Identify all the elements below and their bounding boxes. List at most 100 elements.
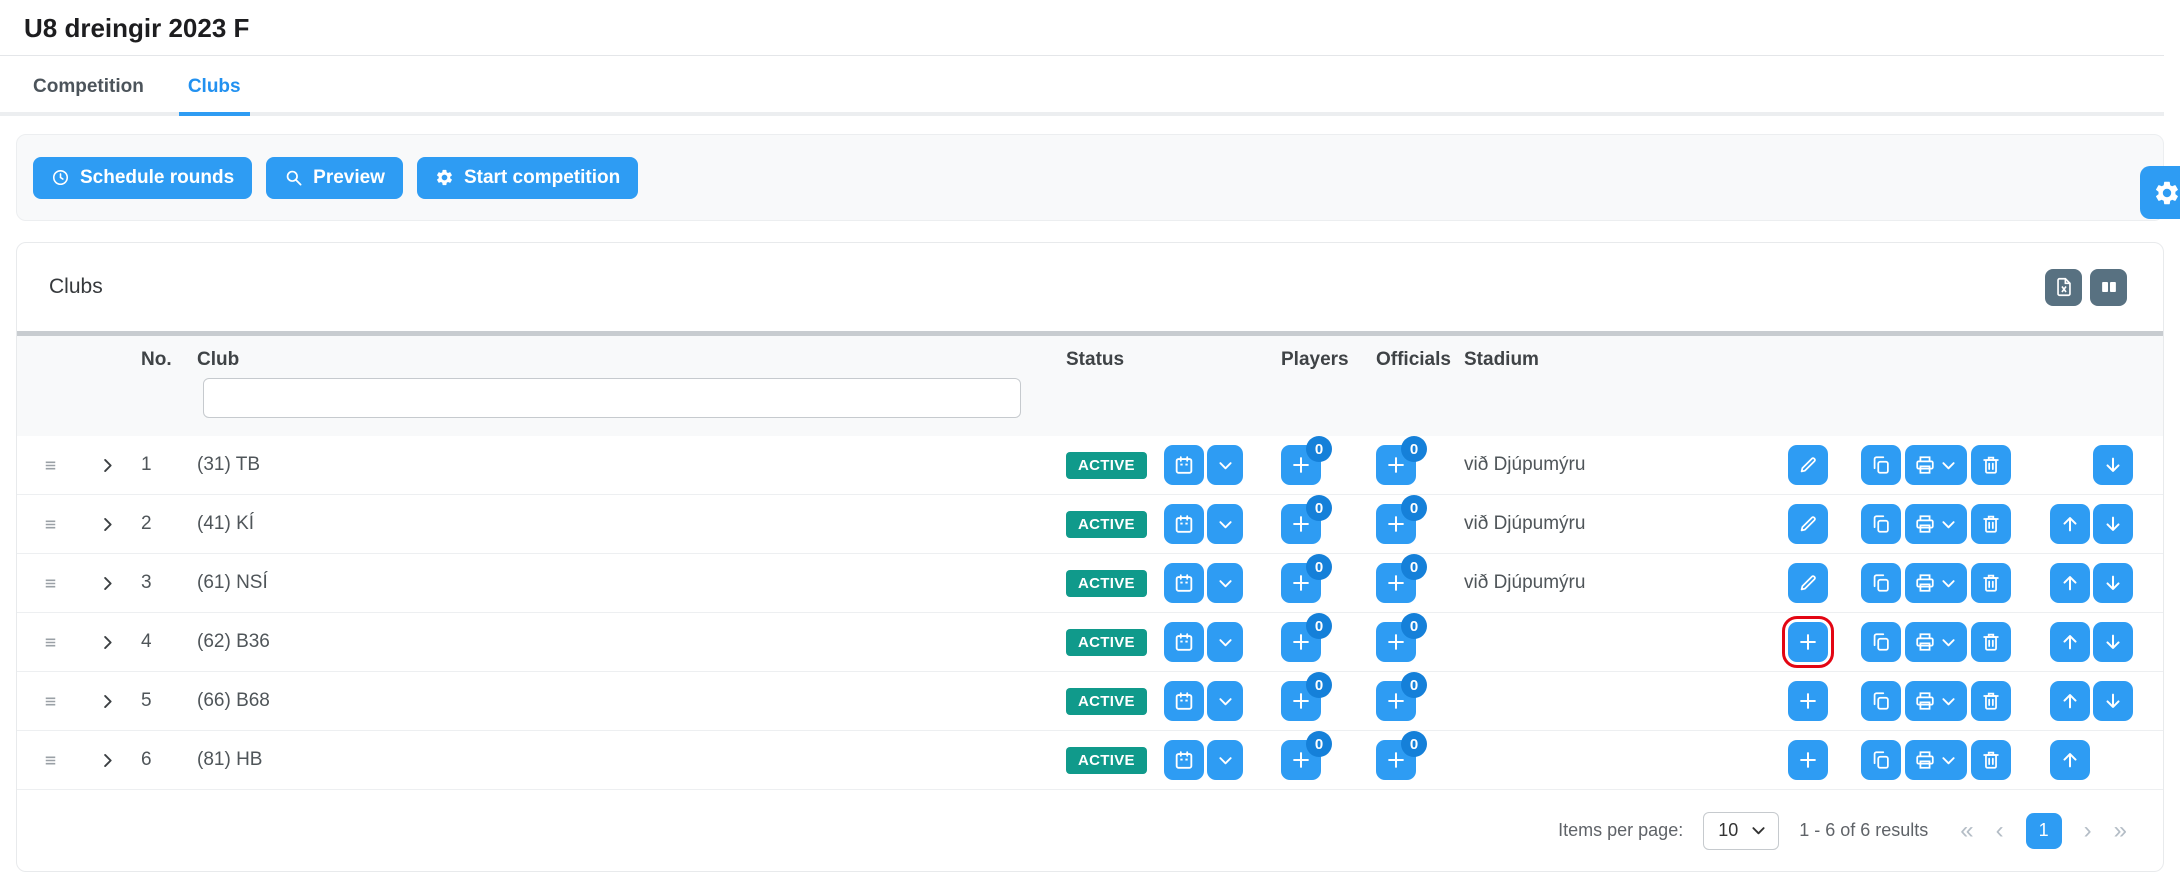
copy-club-button[interactable] (1861, 445, 1901, 485)
header-club: Club (187, 349, 1052, 371)
delete-club-button[interactable] (1971, 504, 2011, 544)
move-down-button[interactable] (2093, 622, 2133, 662)
add-player-button[interactable]: 0 (1281, 622, 1321, 662)
print-club-button[interactable] (1905, 445, 1967, 485)
expand-row-icon[interactable] (98, 751, 117, 770)
export-excel-button[interactable] (2045, 269, 2082, 306)
tab-clubs[interactable]: Clubs (179, 76, 250, 116)
schedule-club-button[interactable] (1164, 563, 1204, 603)
expand-row-icon[interactable] (98, 515, 117, 534)
delete-club-button[interactable] (1971, 622, 2011, 662)
copy-club-button[interactable] (1861, 622, 1901, 662)
schedule-dropdown-button[interactable] (1207, 740, 1243, 780)
add-official-button[interactable]: 0 (1376, 740, 1416, 780)
toolbar: Schedule rounds Preview Start competitio… (16, 134, 2164, 221)
move-down-button[interactable] (2093, 504, 2133, 544)
schedule-dropdown-button[interactable] (1207, 622, 1243, 662)
add-stadium-button[interactable] (1788, 740, 1828, 780)
pencil-icon (1797, 513, 1819, 535)
add-official-button[interactable]: 0 (1376, 563, 1416, 603)
previous-page-button[interactable]: ‹ (1996, 819, 2004, 843)
copy-icon (1870, 749, 1892, 771)
drag-handle-icon[interactable] (41, 456, 60, 475)
copy-club-button[interactable] (1861, 740, 1901, 780)
print-club-button[interactable] (1905, 740, 1967, 780)
move-up-button[interactable] (2050, 622, 2090, 662)
print-club-button[interactable] (1905, 563, 1967, 603)
preview-button[interactable]: Preview (266, 157, 403, 199)
print-club-button[interactable] (1905, 681, 1967, 721)
table-row: 3 (61) NSÍ ACTIVE 0 0 við Djúpumýru (17, 554, 2163, 613)
copy-club-button[interactable] (1861, 563, 1901, 603)
add-official-button[interactable]: 0 (1376, 681, 1416, 721)
drag-handle-icon[interactable] (41, 515, 60, 534)
trash-icon (1980, 454, 2002, 476)
last-page-button[interactable]: » (2114, 819, 2127, 843)
settings-flyout-button[interactable] (2140, 166, 2180, 219)
drag-handle-icon[interactable] (41, 692, 60, 711)
delete-club-button[interactable] (1971, 445, 2011, 485)
status-badge: ACTIVE (1066, 511, 1147, 538)
items-per-page-select[interactable]: 10 (1703, 812, 1779, 850)
copy-club-button[interactable] (1861, 681, 1901, 721)
schedule-dropdown-button[interactable] (1207, 445, 1243, 485)
print-club-button[interactable] (1905, 504, 1967, 544)
schedule-club-button[interactable] (1164, 681, 1204, 721)
expand-row-icon[interactable] (98, 574, 117, 593)
move-up-button[interactable] (2050, 504, 2090, 544)
move-down-button[interactable] (2093, 563, 2133, 603)
schedule-rounds-button[interactable]: Schedule rounds (33, 157, 252, 199)
add-official-button[interactable]: 0 (1376, 504, 1416, 544)
add-player-button[interactable]: 0 (1281, 681, 1321, 721)
copy-icon (1870, 513, 1892, 535)
copy-club-button[interactable] (1861, 504, 1901, 544)
expand-row-icon[interactable] (98, 633, 117, 652)
delete-club-button[interactable] (1971, 740, 2011, 780)
schedule-club-button[interactable] (1164, 740, 1204, 780)
delete-club-button[interactable] (1971, 681, 2011, 721)
edit-stadium-button[interactable] (1788, 504, 1828, 544)
schedule-dropdown-button[interactable] (1207, 504, 1243, 544)
schedule-club-button[interactable] (1164, 445, 1204, 485)
delete-club-button[interactable] (1971, 563, 2011, 603)
file-excel-icon (2053, 276, 2075, 298)
club-filter-input[interactable] (203, 378, 1021, 418)
schedule-dropdown-button[interactable] (1207, 681, 1243, 721)
players-count-badge: 0 (1306, 731, 1332, 757)
drag-handle-icon[interactable] (41, 751, 60, 770)
drag-handle-icon[interactable] (41, 574, 60, 593)
move-up-button[interactable] (2050, 563, 2090, 603)
add-stadium-button[interactable] (1788, 681, 1828, 721)
current-page-button[interactable]: 1 (2026, 813, 2062, 849)
club-name: (66) B68 (187, 672, 1052, 730)
drag-handle-icon[interactable] (41, 633, 60, 652)
toggle-columns-button[interactable] (2090, 269, 2127, 306)
start-competition-button[interactable]: Start competition (417, 157, 638, 199)
expand-row-icon[interactable] (98, 692, 117, 711)
add-player-button[interactable]: 0 (1281, 504, 1321, 544)
move-down-button[interactable] (2093, 445, 2133, 485)
expand-row-icon[interactable] (98, 456, 117, 475)
add-player-button[interactable]: 0 (1281, 740, 1321, 780)
move-up-button[interactable] (2050, 681, 2090, 721)
add-player-button[interactable]: 0 (1281, 445, 1321, 485)
edit-stadium-button[interactable] (1788, 563, 1828, 603)
row-number: 5 (131, 672, 187, 730)
schedule-club-button[interactable] (1164, 622, 1204, 662)
add-stadium-button[interactable] (1788, 622, 1828, 662)
arrow-up-icon (2059, 513, 2081, 535)
add-official-button[interactable]: 0 (1376, 445, 1416, 485)
schedule-club-button[interactable] (1164, 504, 1204, 544)
add-player-button[interactable]: 0 (1281, 563, 1321, 603)
row-number: 3 (131, 554, 187, 612)
print-club-button[interactable] (1905, 622, 1967, 662)
edit-stadium-button[interactable] (1788, 445, 1828, 485)
move-up-button[interactable] (2050, 740, 2090, 780)
schedule-dropdown-button[interactable] (1207, 563, 1243, 603)
add-official-button[interactable]: 0 (1376, 622, 1416, 662)
chevron-down-icon (1939, 574, 1958, 593)
tab-competition[interactable]: Competition (24, 76, 153, 116)
next-page-button[interactable]: › (2084, 819, 2092, 843)
move-down-button[interactable] (2093, 681, 2133, 721)
first-page-button[interactable]: « (1960, 819, 1973, 843)
